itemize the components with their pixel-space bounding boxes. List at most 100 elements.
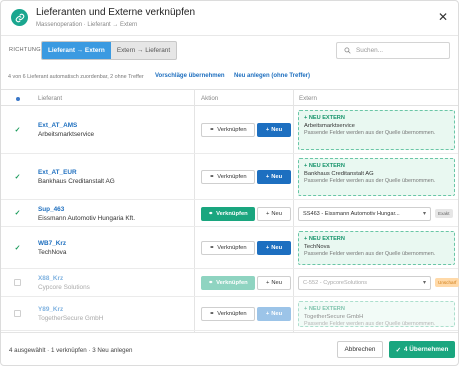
row-checkbox[interactable]: ✓ <box>14 210 21 217</box>
close-icon[interactable]: ✕ <box>438 11 448 23</box>
new-button[interactable]: + Neu <box>257 307 291 321</box>
apply-button[interactable]: ✓ 4 Übernehmen <box>389 341 455 358</box>
link-icon: ⚭ <box>208 280 214 286</box>
new-button-label: Neu <box>271 174 283 180</box>
supplier-code[interactable]: Y89_Krz <box>38 306 63 313</box>
col-lieferant: Lieferant <box>38 95 63 102</box>
match-badge: Unscharf <box>435 278 459 287</box>
supplier-code[interactable]: Ext_AT_AMS <box>38 122 77 129</box>
create-new-link[interactable]: Neu anlegen (ohne Treffer) <box>234 73 310 79</box>
new-button[interactable]: + Neu <box>257 276 291 290</box>
dialog-title: Lieferanten und Externe verknüpfen <box>36 7 195 18</box>
match-badge: Exakt <box>435 208 453 218</box>
supplier-code[interactable]: X88_Krz <box>38 275 63 282</box>
link-button-label: Verknüpfen <box>217 174 247 180</box>
search-input[interactable]: Suchen... <box>336 42 450 59</box>
new-button[interactable]: + Neu <box>257 241 291 255</box>
new-external-card: + NEU EXTERN Arbeitsmarktservice Passend… <box>298 110 455 150</box>
link-button[interactable]: ⚭ Verknüpfen <box>201 241 255 255</box>
new-external-name: Bankhaus Creditanstalt AG <box>304 171 374 177</box>
table-row[interactable]: X88_Krz Cypcore Solutions ⚭ Verknüpfen + … <box>1 269 459 297</box>
new-external-hint: Passende Felder werden aus der Quelle üb… <box>304 321 436 327</box>
select-all-indicator[interactable] <box>16 97 20 101</box>
row-checkbox[interactable] <box>14 310 21 317</box>
row-checkbox[interactable]: ✓ <box>14 173 21 181</box>
row-checkbox[interactable]: ✓ <box>14 126 21 134</box>
new-external-name: TogetherSecure GmbH <box>304 314 364 320</box>
new-button[interactable]: + Neu <box>257 170 291 184</box>
new-external-title: + NEU EXTERN <box>304 163 345 169</box>
table-row[interactable]: ✓ Sup_463 Eissmann Automotiv Hungaria Kft.… <box>1 200 458 227</box>
table-row[interactable]: ✓ Ext_AT_AMS Arbeitsmarktservice ⚭ Verknüp… <box>1 106 458 154</box>
new-external-title: + NEU EXTERN <box>304 115 345 121</box>
link-icon: ⚭ <box>209 245 215 251</box>
new-button[interactable]: + Neu <box>257 206 291 221</box>
new-external-title: + NEU EXTERN <box>304 236 345 242</box>
link-button-label: Verknüpfen <box>217 245 247 251</box>
link-icon: ⚭ <box>208 210 214 217</box>
direction-option-extern-lieferant[interactable]: Extern → Lieferant <box>111 42 176 59</box>
new-button-label: Neu <box>271 245 283 251</box>
supplier-name: TogetherSecure GmbH <box>38 315 104 322</box>
supplier-code[interactable]: Ext_AT_EUR <box>38 169 77 176</box>
external-select[interactable]: SS463 - Eissmann Automotiv Hungar... ▾ <box>298 206 431 221</box>
new-external-hint: Passende Felder werden aus der Quelle üb… <box>304 251 436 257</box>
supplier-name: Eissmann Automotiv Hungaria Kft. <box>38 214 135 222</box>
link-button[interactable]: ⚭ Verknüpfen <box>201 170 255 184</box>
external-select-value: SS463 - Eissmann Automotiv Hungar... <box>303 210 400 217</box>
table-header: Lieferant Aktion Extern <box>1 89 458 106</box>
link-icon: ⚭ <box>209 127 215 133</box>
external-select-value: C-552 - CypcoreSolutions <box>303 280 368 286</box>
supplier-name: Arbeitsmarktservice <box>38 131 95 138</box>
new-external-card: + NEU EXTERN Bankhaus Creditanstalt AG P… <box>298 158 455 196</box>
check-icon: ✓ <box>395 346 401 354</box>
link-button[interactable]: ⚭ Verknüpfen <box>201 307 255 321</box>
apply-suggestions-link[interactable]: Vorschläge übernehmen <box>155 73 225 79</box>
chevron-down-icon: ▾ <box>422 280 426 286</box>
plus-icon: + <box>265 174 270 180</box>
new-button-label: Neu <box>271 127 283 133</box>
col-extern: Extern <box>299 95 317 102</box>
supplier-code[interactable]: WB7_Krz <box>38 240 66 247</box>
dialog-header: Lieferanten und Externe verknüpfen Masse… <box>1 1 458 36</box>
link-button-label: Verknüpfen <box>216 280 248 286</box>
direction-bar: RICHTUNG Lieferant → Extern Extern → Lie… <box>1 36 458 66</box>
row-checkbox[interactable]: ✓ <box>14 244 21 252</box>
new-external-card: + NEU EXTERN TogetherSecure GmbH Passend… <box>298 301 455 327</box>
plus-icon: + <box>265 280 270 286</box>
plus-icon: + <box>265 311 270 317</box>
cancel-button[interactable]: Abbrechen <box>337 341 383 358</box>
link-button-label: Verknüpfen <box>217 127 247 133</box>
plus-icon: + <box>265 210 270 217</box>
new-button-label: Neu <box>271 210 283 217</box>
table-row[interactable]: Y89_Krz TogetherSecure GmbH ⚭ Verknüpfen … <box>1 297 458 331</box>
new-external-hint: Passende Felder werden aus der Quelle üb… <box>304 130 436 136</box>
direction-label: RICHTUNG <box>9 47 41 53</box>
new-button-label: Neu <box>271 280 283 286</box>
supplier-name: TechNova <box>38 249 67 256</box>
col-aktion: Aktion <box>201 95 219 102</box>
match-info: 4 von 6 Lieferant automatisch zuordenbar… <box>8 74 144 80</box>
new-external-name: Arbeitsmarktservice <box>304 123 355 129</box>
link-button[interactable]: ⚭ Verknüpfen <box>201 276 255 290</box>
new-external-hint: Passende Felder werden aus der Quelle üb… <box>304 178 436 184</box>
new-external-title: + NEU EXTERN <box>304 306 345 312</box>
table-row[interactable]: ✓ WB7_Krz TechNova ⚭ Verknüpfen + Neu + NE… <box>1 227 458 269</box>
external-select[interactable]: C-552 - CypcoreSolutions ▾ <box>298 276 431 290</box>
supplier-name: Cypcore Solutions <box>38 284 90 291</box>
plus-icon: + <box>265 127 270 133</box>
new-button[interactable]: + Neu <box>257 123 291 137</box>
row-checkbox[interactable] <box>14 279 21 286</box>
link-button-label: Verknüpfen <box>217 311 247 317</box>
new-external-card: + NEU EXTERN TechNova Passende Felder we… <box>298 231 455 265</box>
new-external-name: TechNova <box>304 244 330 250</box>
direction-option-lieferant-extern[interactable]: Lieferant → Extern <box>42 42 111 59</box>
link-button[interactable]: ⚭ Verknüpfen <box>201 206 255 221</box>
table-row[interactable]: ✓ Ext_AT_EUR Bankhaus Creditanstalt AG ⚭ V… <box>1 154 458 200</box>
search-icon <box>344 47 351 54</box>
search-placeholder: Suchen... <box>356 47 384 54</box>
link-icon <box>11 9 28 26</box>
supplier-code[interactable]: Sup_463 <box>38 206 64 213</box>
plus-icon: + <box>265 245 270 251</box>
link-button[interactable]: ⚭ Verknüpfen <box>201 123 255 137</box>
